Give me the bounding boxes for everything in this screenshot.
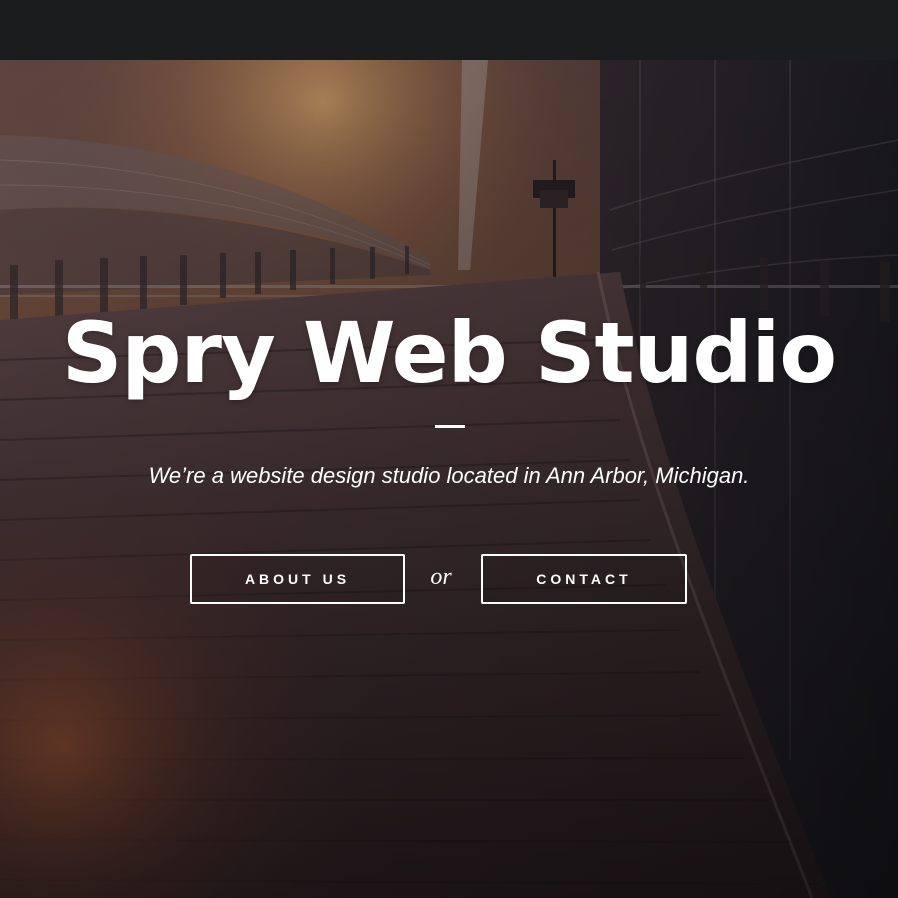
or-separator: or bbox=[430, 564, 452, 590]
top-navigation-bar bbox=[0, 0, 898, 60]
hero-title: Spry Web Studio bbox=[61, 304, 837, 402]
title-divider bbox=[435, 425, 465, 428]
about-us-button[interactable]: ABOUT US bbox=[190, 554, 405, 604]
contact-button[interactable]: CONTACT bbox=[481, 554, 687, 604]
hero-section: Spry Web Studio We’re a website design s… bbox=[0, 60, 898, 898]
hero-tagline: We’re a website design studio located in… bbox=[148, 463, 750, 488]
